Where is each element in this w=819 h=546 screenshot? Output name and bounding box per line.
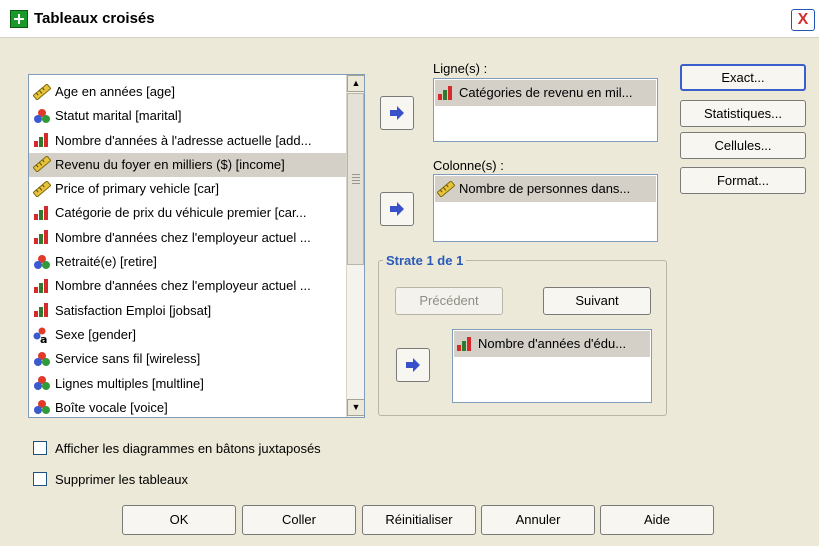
format-button[interactable]: Format... xyxy=(680,167,806,194)
ordinal-icon xyxy=(34,303,48,318)
ordinal-icon xyxy=(34,206,48,221)
nominal-icon xyxy=(34,400,50,415)
ordinal-icon xyxy=(34,133,48,148)
rows-item-label: Catégories de revenu en mil... xyxy=(459,85,633,100)
ordinal-icon xyxy=(34,278,48,293)
paste-button[interactable]: Coller xyxy=(242,505,356,535)
variable-list-item[interactable]: Boîte vocale [voice] xyxy=(29,396,346,417)
scale-icon xyxy=(33,156,51,173)
variable-list-items: Age en années [age] Statut marital [marit… xyxy=(29,80,346,417)
title-bar: Tableaux croisés X xyxy=(0,0,819,38)
previous-layer-button[interactable]: Précédent xyxy=(395,287,503,315)
variable-list-item[interactable]: Price of primary vehicle [car] xyxy=(29,177,346,201)
crosstabs-app-icon xyxy=(10,10,28,28)
rows-field-item[interactable]: Catégories de revenu en mil... xyxy=(435,80,656,106)
scroll-grip-icon xyxy=(352,174,360,186)
columns-item-label: Nombre de personnes dans... xyxy=(459,181,631,196)
right-arrow-icon xyxy=(390,202,404,216)
nominal-icon xyxy=(34,376,50,391)
exact-button[interactable]: Exact... xyxy=(680,64,806,91)
nominal-icon xyxy=(34,254,50,269)
cells-button[interactable]: Cellules... xyxy=(680,132,806,159)
variable-list-item[interactable]: Revenu du foyer en milliers ($) [income] xyxy=(29,152,346,178)
variable-label: Age en années [age] xyxy=(55,84,175,99)
variable-label: Statut marital [marital] xyxy=(55,108,182,124)
variable-label: Satisfaction Emploi [jobsat] xyxy=(55,302,212,318)
variable-list[interactable]: Age en années [age] Statut marital [marit… xyxy=(28,74,365,418)
variable-list-item[interactable]: Nombre d'années chez l'employeur actuel … xyxy=(29,274,346,298)
variable-list-item[interactable]: a Sexe [gender] xyxy=(29,323,346,347)
columns-field[interactable]: Nombre de personnes dans... xyxy=(433,174,658,242)
nominal-string-icon: a xyxy=(33,327,47,343)
ordinal-icon xyxy=(34,230,48,245)
layer-group-title: Strate 1 de 1 xyxy=(383,253,467,268)
rows-label: Ligne(s) : xyxy=(433,61,488,76)
ordinal-icon xyxy=(457,336,471,351)
variable-label: Price of primary vehicle [car] xyxy=(55,181,219,197)
rows-field[interactable]: Catégories de revenu en mil... xyxy=(433,78,658,142)
variable-list-item[interactable]: Satisfaction Emploi [jobsat] xyxy=(29,299,346,323)
layer-item-label: Nombre d'années d'édu... xyxy=(478,336,627,351)
ordinal-icon xyxy=(438,85,452,100)
variable-label: Revenu du foyer en milliers ($) [income] xyxy=(55,156,285,172)
scale-icon xyxy=(33,180,51,197)
move-to-rows-button[interactable] xyxy=(380,96,414,130)
variable-label: Lignes multiples [multline] xyxy=(55,375,204,391)
variable-list-item[interactable]: Nombre d'années à l'adresse actuelle [ad… xyxy=(29,129,346,153)
right-arrow-icon xyxy=(390,106,404,120)
next-layer-button[interactable]: Suivant xyxy=(543,287,651,315)
nominal-icon xyxy=(34,108,50,123)
window-title: Tableaux croisés xyxy=(34,10,155,27)
svg-text:a: a xyxy=(40,333,47,343)
clustered-bar-label: Afficher les diagrammes en bâtons juxtap… xyxy=(55,441,321,456)
reset-button[interactable]: Réinitialiser xyxy=(362,505,476,535)
variable-label: Nombre d'années à l'adresse actuelle [ad… xyxy=(55,132,312,148)
variable-label: Boîte vocale [voice] xyxy=(55,399,168,415)
variable-list-item[interactable]: Retraité(e) [retire] xyxy=(29,250,346,274)
scroll-up-icon[interactable]: ▲ xyxy=(347,75,364,92)
variable-list-item[interactable]: Statut marital [marital] xyxy=(29,104,346,128)
variable-label: Nombre d'années chez l'employeur actuel … xyxy=(55,278,311,294)
variable-list-item[interactable]: Nombre d'années chez l'employeur actuel … xyxy=(29,226,346,250)
variable-list-scrollbar[interactable]: ▲ ▼ xyxy=(346,75,364,417)
variable-label: Service sans fil [wireless] xyxy=(55,351,201,367)
scroll-down-icon[interactable]: ▼ xyxy=(347,399,364,416)
variable-list-item[interactable]: Lignes multiples [multline] xyxy=(29,372,346,396)
variable-label: Catégorie de prix du véhicule premier [c… xyxy=(55,205,307,221)
clustered-bar-checkbox[interactable] xyxy=(33,441,47,455)
layer-field[interactable]: Nombre d'années d'édu... xyxy=(452,329,652,403)
nominal-icon xyxy=(34,351,50,366)
statistics-button[interactable]: Statistiques... xyxy=(680,100,806,127)
variable-list-item[interactable]: Catégorie de prix du véhicule premier [c… xyxy=(29,201,346,225)
variable-list-item[interactable]: Age en années [age] xyxy=(29,80,346,104)
variable-label: Sexe [gender] xyxy=(55,326,136,342)
help-button[interactable]: Aide xyxy=(600,505,714,535)
scale-icon xyxy=(437,180,455,197)
suppress-tables-label: Supprimer les tableaux xyxy=(55,472,188,487)
move-to-columns-button[interactable] xyxy=(380,192,414,226)
scroll-thumb[interactable] xyxy=(347,93,364,265)
variable-label: Nombre d'années chez l'employeur actuel … xyxy=(55,229,311,245)
cancel-button[interactable]: Annuler xyxy=(481,505,595,535)
scale-icon xyxy=(33,83,51,100)
close-button[interactable]: X xyxy=(791,9,815,31)
columns-label: Colonne(s) : xyxy=(433,158,504,173)
variable-label: Retraité(e) [retire] xyxy=(55,254,157,270)
ok-button[interactable]: OK xyxy=(122,505,236,535)
suppress-tables-checkbox[interactable] xyxy=(33,472,47,486)
variable-list-item[interactable]: Service sans fil [wireless] xyxy=(29,347,346,371)
layer-field-item[interactable]: Nombre d'années d'édu... xyxy=(454,331,650,357)
columns-field-item[interactable]: Nombre de personnes dans... xyxy=(435,176,656,202)
